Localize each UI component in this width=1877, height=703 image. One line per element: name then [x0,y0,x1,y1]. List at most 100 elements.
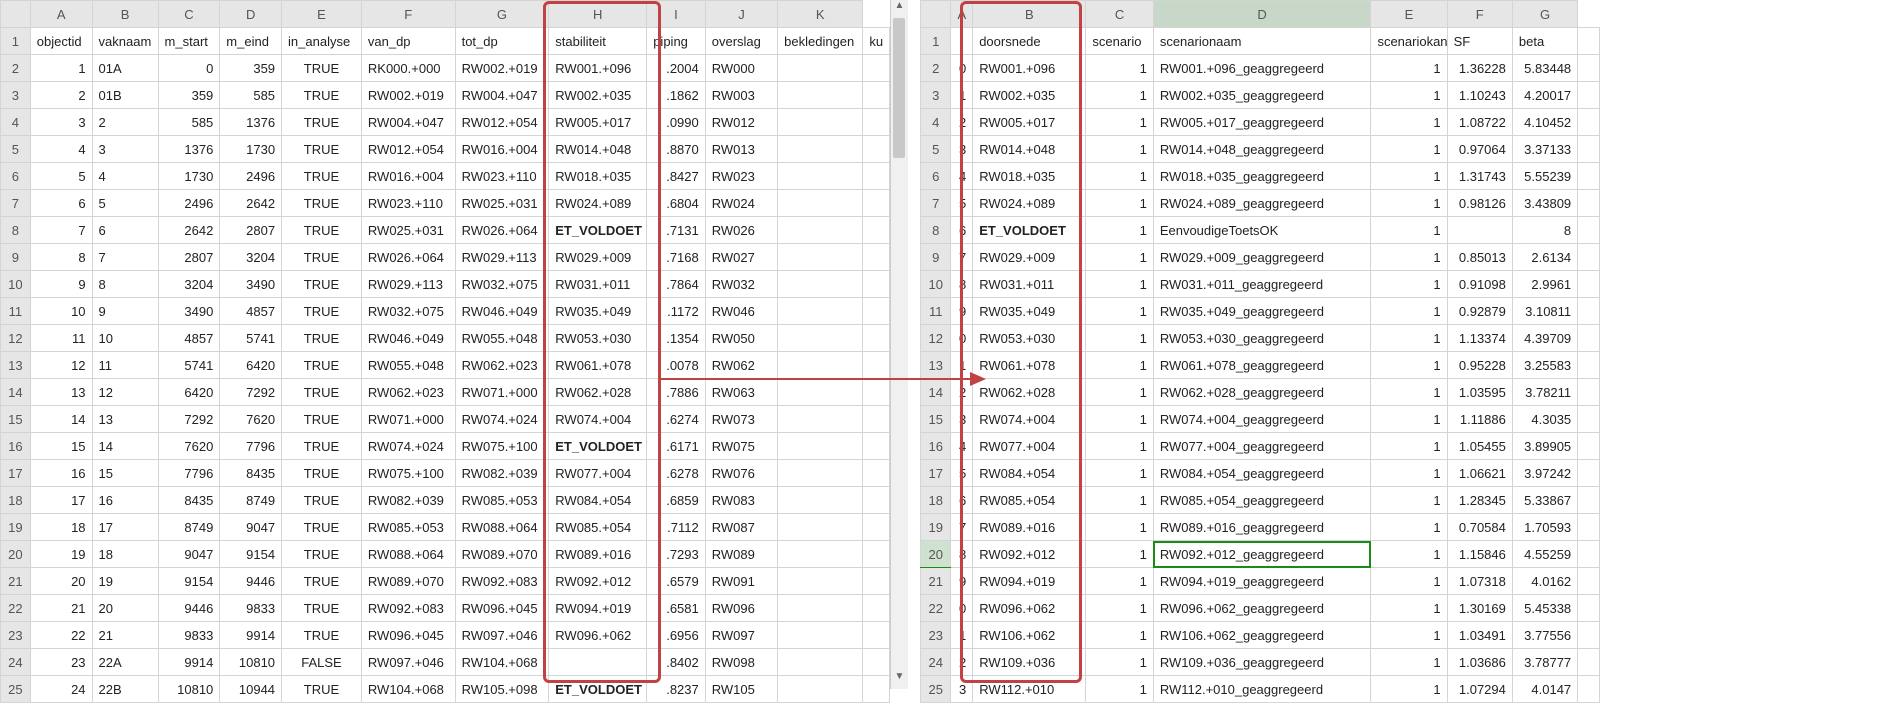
cell[interactable] [778,136,863,163]
cell[interactable]: 3.78211 [1512,379,1577,406]
cell[interactable]: RW096.+062 [973,595,1086,622]
cell[interactable]: 2 [951,649,973,676]
cell[interactable]: TRUE [282,595,362,622]
cell[interactable]: .8237 [647,676,706,703]
cell[interactable] [1578,541,1600,568]
cell[interactable]: RW026 [705,217,777,244]
cell[interactable]: 18 [30,514,92,541]
cell[interactable]: 12 [30,352,92,379]
cell[interactable]: 4.20017 [1512,82,1577,109]
cell[interactable]: 1 [1371,622,1447,649]
cell[interactable]: RW098 [705,649,777,676]
cell[interactable]: RW096.+045 [361,622,455,649]
cell[interactable]: 20 [92,595,158,622]
cell[interactable]: RW087 [705,514,777,541]
cell[interactable]: 3.77556 [1512,622,1577,649]
cell[interactable]: RW083 [705,487,777,514]
cell[interactable]: RW077.+004 [549,460,647,487]
cell[interactable]: 4857 [220,298,282,325]
col-header-K[interactable]: K [778,1,863,28]
cell[interactable]: 1 [1371,541,1447,568]
cell[interactable]: RW096 [705,595,777,622]
cell[interactable]: RW014.+048 [973,136,1086,163]
cell[interactable]: 1 [1086,460,1153,487]
cell[interactable]: RW001.+096 [973,55,1086,82]
cell[interactable]: 2 [30,82,92,109]
cell[interactable] [1578,649,1600,676]
cell[interactable]: RW097.+046 [361,649,455,676]
cell[interactable]: 21 [92,622,158,649]
cell[interactable]: 0.91098 [1447,271,1512,298]
cell[interactable]: RW085.+054 [549,514,647,541]
cell[interactable]: 3490 [158,298,220,325]
cell[interactable]: 6420 [158,379,220,406]
cell[interactable]: RW002.+019 [361,82,455,109]
cell[interactable]: 2.9961 [1512,271,1577,298]
cell[interactable]: RW089.+070 [455,541,549,568]
cell[interactable]: 1 [1371,649,1447,676]
cell[interactable]: 2.6134 [1512,244,1577,271]
cell[interactable]: RW003 [705,82,777,109]
cell[interactable]: 1 [1086,82,1153,109]
header-cell[interactable]: vaknaam [92,28,158,55]
cell[interactable]: .6859 [647,487,706,514]
cell[interactable]: RW074.+024 [361,433,455,460]
row-header[interactable]: 2 [921,55,951,82]
cell[interactable]: 2642 [220,190,282,217]
column-header-row[interactable]: ABCDEFG [921,1,1600,28]
row-header[interactable]: 4 [1,109,31,136]
col-header-D[interactable]: D [1153,1,1371,28]
cell[interactable]: 0 [951,55,973,82]
cell[interactable]: 7 [951,244,973,271]
cell[interactable]: RW105.+098 [455,676,549,703]
cell[interactable] [863,109,890,136]
cell[interactable]: 1 [1371,352,1447,379]
cell[interactable]: .1172 [647,298,706,325]
cell[interactable] [1578,379,1600,406]
cell[interactable]: 1 [1086,190,1153,217]
cell[interactable]: 4 [951,163,973,190]
cell[interactable]: RW024.+089_geaggregeerd [1153,190,1371,217]
cell[interactable]: 4.3035 [1512,406,1577,433]
cell[interactable] [778,325,863,352]
cell[interactable] [863,217,890,244]
cell[interactable] [778,271,863,298]
row-header[interactable]: 12 [921,325,951,352]
header-cell[interactable]: doorsnede [973,28,1086,55]
header-cell[interactable]: ku [863,28,890,55]
cell[interactable]: 8 [1512,217,1577,244]
cell[interactable]: 1.11886 [1447,406,1512,433]
row-header[interactable]: 8 [921,217,951,244]
cell[interactable]: 1 [1371,55,1447,82]
cell[interactable] [1578,136,1600,163]
cell[interactable]: .7112 [647,514,706,541]
cell[interactable]: RW024.+089 [549,190,647,217]
cell[interactable]: 1 [1371,109,1447,136]
row-header[interactable]: 7 [1,190,31,217]
cell[interactable]: RW029.+009_geaggregeerd [1153,244,1371,271]
cell[interactable] [778,82,863,109]
cell[interactable]: RW018.+035_geaggregeerd [1153,163,1371,190]
header-cell[interactable] [1578,28,1600,55]
cell[interactable]: RW031.+011 [549,271,647,298]
cell[interactable]: RW062.+028_geaggregeerd [1153,379,1371,406]
row-header[interactable]: 8 [1,217,31,244]
cell[interactable]: RW026.+064 [455,217,549,244]
cell[interactable]: 1 [1371,487,1447,514]
cell[interactable]: RW029.+113 [361,271,455,298]
cell[interactable]: 8435 [158,487,220,514]
cell[interactable] [778,406,863,433]
cell[interactable]: RW096.+062 [549,622,647,649]
row-header[interactable]: 23 [921,622,951,649]
cell[interactable]: 8 [92,271,158,298]
cell[interactable]: RW046 [705,298,777,325]
cell[interactable] [863,190,890,217]
cell[interactable]: RW084.+054 [973,460,1086,487]
cell[interactable]: 4 [92,163,158,190]
cell[interactable] [1578,217,1600,244]
cell[interactable]: RW094.+019 [973,568,1086,595]
cell[interactable]: 3.10811 [1512,298,1577,325]
cell[interactable]: 0.98126 [1447,190,1512,217]
cell[interactable]: TRUE [282,676,362,703]
cell[interactable]: 1.06621 [1447,460,1512,487]
